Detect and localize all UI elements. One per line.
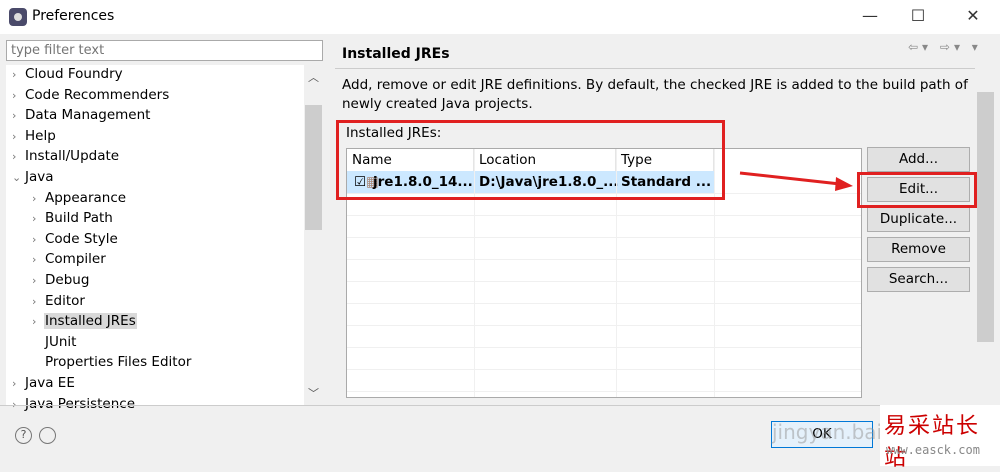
duplicate-button[interactable]: Duplicate...: [867, 207, 970, 232]
annotation-highlight-table: [336, 120, 725, 200]
chevron-icon[interactable]: ›: [32, 212, 42, 225]
grid-line: [347, 303, 861, 304]
scroll-down-icon[interactable]: ﹀: [304, 385, 323, 401]
title-bar: [0, 0, 1000, 34]
tree-item-label: Java EE: [25, 375, 75, 391]
chevron-icon[interactable]: ›: [32, 253, 42, 266]
grid-line: [347, 259, 861, 260]
chevron-icon[interactable]: ›: [32, 274, 42, 287]
search-button[interactable]: Search...: [867, 267, 970, 292]
scroll-up-icon[interactable]: ︿: [304, 69, 323, 85]
tree-item-label: Appearance: [45, 189, 127, 206]
tree-scroll-thumb[interactable]: [305, 105, 322, 230]
filter-input[interactable]: [6, 40, 323, 61]
watermark-title: 易采站长站: [884, 414, 981, 471]
tree-item-label: Help: [25, 127, 56, 144]
grid-line: [347, 215, 861, 216]
page-description: Add, remove or edit JRE definitions. By …: [342, 77, 968, 112]
chevron-icon[interactable]: ›: [32, 315, 42, 328]
tree-item-label: Properties Files Editor: [45, 354, 192, 371]
chevron-icon[interactable]: ›: [32, 233, 42, 246]
divider: [335, 68, 975, 69]
help-icon[interactable]: ?: [15, 427, 32, 444]
grid-line: [347, 281, 861, 282]
chevron-icon[interactable]: ›: [32, 192, 42, 205]
annotation-highlight-edit: [857, 172, 977, 208]
app-icon: [9, 8, 27, 26]
tree-item-label: Install/Update: [25, 148, 120, 165]
tree-item-label: Java Persistence: [25, 395, 136, 412]
page-title: Installed JREs: [342, 46, 450, 62]
divider: [0, 405, 1000, 406]
tree-item-label: Installed JREs: [44, 313, 137, 330]
chevron-icon[interactable]: ›: [12, 68, 22, 81]
annotation-arrow: [739, 171, 853, 191]
grid-line: [347, 391, 861, 392]
tree-item-label: Code Recommenders: [25, 86, 170, 103]
preferences-tree: › Cloud Foundry › Code Recommenders › Data Ma…: [6, 65, 323, 412]
chevron-icon[interactable]: ›: [32, 295, 42, 308]
nav-history-buttons[interactable]: ⇦▾ ⇨▾ ▾: [908, 40, 982, 54]
tree-item-label: Build Path: [45, 210, 113, 227]
tree-item-label: Java: [25, 169, 54, 185]
remove-button[interactable]: Remove: [867, 237, 970, 262]
chevron-icon[interactable]: ⌄: [12, 171, 22, 184]
chevron-icon[interactable]: ›: [12, 377, 22, 390]
maximize-button[interactable]: ☐: [903, 6, 933, 25]
grid-line: [347, 369, 861, 370]
minimize-button[interactable]: —: [855, 6, 885, 25]
chevron-icon[interactable]: ›: [12, 89, 22, 102]
page-scroll-thumb[interactable]: [977, 92, 994, 342]
grid-line: [347, 325, 861, 326]
tree-item-label: Data Management: [25, 107, 151, 124]
close-button[interactable]: ✕: [958, 6, 988, 25]
watermark-url: www.easck.com: [886, 443, 980, 457]
tree-item-label: Code Style: [45, 230, 118, 247]
tree-item-label: Compiler: [45, 251, 106, 268]
tree-item-label: JUnit: [45, 333, 77, 350]
chevron-icon[interactable]: ›: [12, 109, 22, 122]
chevron-icon[interactable]: ›: [12, 130, 22, 143]
tree-item-label: Debug: [45, 272, 90, 288]
window-title: Preferences: [32, 8, 115, 24]
tree-item-label: Editor: [45, 292, 85, 309]
grid-line: [347, 347, 861, 348]
import-export-icon[interactable]: [39, 427, 56, 444]
tree-item-label: Cloud Foundry: [25, 66, 123, 82]
chevron-icon[interactable]: ›: [12, 150, 22, 163]
grid-line: [347, 237, 861, 238]
add-button[interactable]: Add...: [867, 147, 970, 172]
